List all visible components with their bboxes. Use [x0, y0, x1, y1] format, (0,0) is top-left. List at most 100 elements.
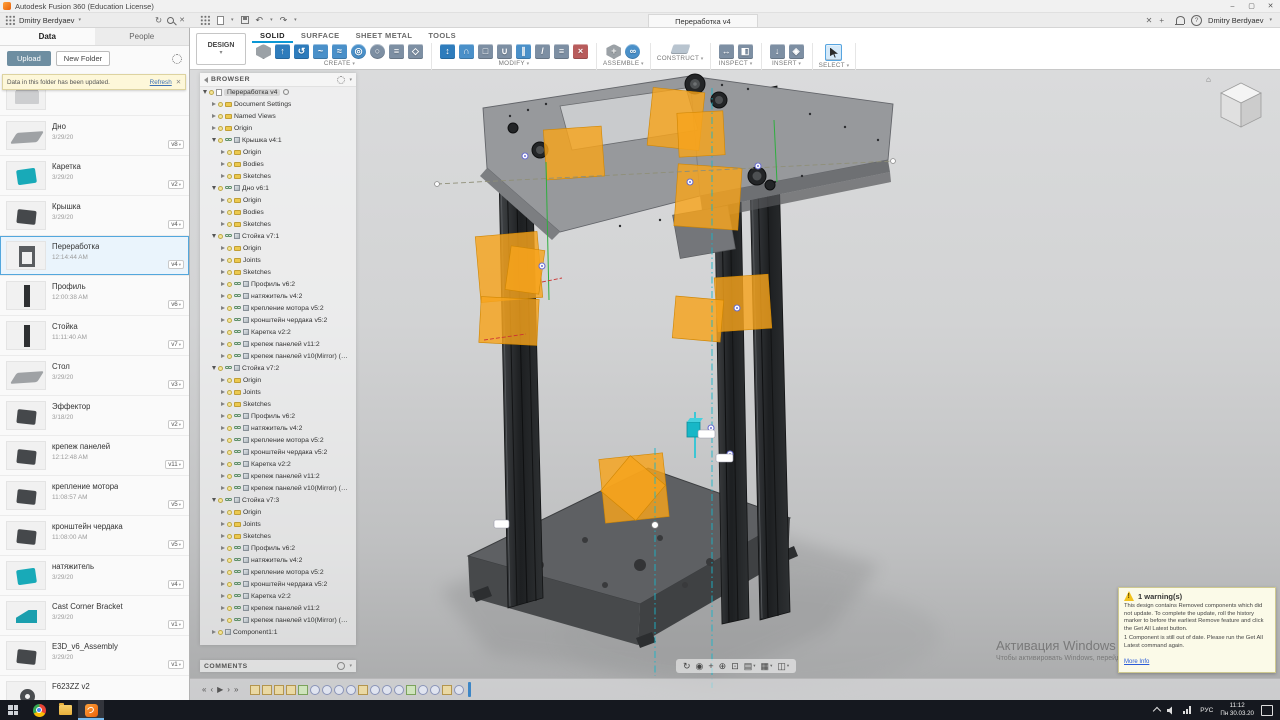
- file-version-badge[interactable]: v5: [168, 500, 184, 509]
- ribbon-tab-sheet-metal[interactable]: SHEET METAL: [348, 28, 421, 43]
- extrude-icon[interactable]: ↑: [275, 44, 290, 59]
- browser-row[interactable]: Origin: [200, 146, 356, 158]
- expand-arrow-icon[interactable]: [221, 594, 225, 598]
- job-status-grid-icon[interactable]: [5, 15, 15, 25]
- browser-row[interactable]: крепеж панелей v11:2: [200, 338, 356, 350]
- expand-arrow-icon[interactable]: [221, 618, 225, 622]
- clock[interactable]: 11:12 Пн 30.03.20: [1220, 702, 1254, 719]
- file-list-item[interactable]: E3D_v6_Assembly3/29/20v1: [0, 636, 189, 676]
- expand-arrow-icon[interactable]: [221, 246, 225, 250]
- expand-arrow-icon[interactable]: [221, 162, 225, 166]
- timeline-feature-icon-joint[interactable]: [334, 685, 344, 695]
- file-list-item[interactable]: Каретка3/29/20v2: [0, 156, 189, 196]
- notifications-bell-icon[interactable]: [1176, 16, 1185, 24]
- collapse-arrow-icon[interactable]: [212, 498, 216, 502]
- timeline-feature-icon-comp[interactable]: [250, 685, 260, 695]
- browser-row[interactable]: Sketches: [200, 266, 356, 278]
- expand-arrow-icon[interactable]: [221, 198, 225, 202]
- visibility-bulb-icon[interactable]: [227, 270, 232, 275]
- visibility-bulb-icon[interactable]: [227, 582, 232, 587]
- expand-arrow-icon[interactable]: [221, 534, 225, 538]
- align-icon[interactable]: ≡: [554, 44, 569, 59]
- visibility-bulb-icon[interactable]: [227, 306, 232, 311]
- go-to-end-icon[interactable]: »: [234, 686, 238, 694]
- browser-row[interactable]: Профиль v6:2: [200, 278, 356, 290]
- browser-collapse-icon[interactable]: [204, 77, 208, 83]
- toolbar-group-label[interactable]: ASSEMBLE: [603, 60, 644, 67]
- expand-arrow-icon[interactable]: [221, 474, 225, 478]
- browser-row[interactable]: крепеж панелей v10(Mirror) (…: [200, 614, 356, 626]
- timeline-marker[interactable]: [468, 682, 471, 697]
- visibility-bulb-icon[interactable]: [209, 90, 214, 95]
- joint-icon[interactable]: ∞: [625, 44, 640, 59]
- browser-row[interactable]: Origin: [200, 242, 356, 254]
- toolbar-group-label[interactable]: MODIFY: [499, 60, 530, 67]
- new-component-icon[interactable]: +: [606, 44, 621, 59]
- chevron-down-icon[interactable]: ▾: [349, 663, 352, 669]
- data-panel-tab-data[interactable]: Data: [0, 28, 95, 45]
- file-list-item[interactable]: натяжитель3/29/20v4: [0, 556, 189, 596]
- collapse-arrow-icon[interactable]: [212, 138, 216, 142]
- search-icon[interactable]: [167, 17, 174, 24]
- file-version-badge[interactable]: v5: [168, 540, 184, 549]
- data-panel-toggle-icon[interactable]: [200, 15, 210, 25]
- file-version-badge[interactable]: v4: [168, 580, 184, 589]
- section-analysis-icon[interactable]: ◧: [738, 44, 753, 59]
- hub-user-name[interactable]: Dmitry Berdyaev: [19, 16, 74, 25]
- refresh-link[interactable]: Refresh: [150, 79, 172, 86]
- notification-close-icon[interactable]: ✕: [176, 79, 181, 86]
- collapse-arrow-icon[interactable]: [212, 366, 216, 370]
- expand-arrow-icon[interactable]: [221, 318, 225, 322]
- visibility-bulb-icon[interactable]: [227, 570, 232, 575]
- timeline-feature-icon-joint[interactable]: [418, 685, 428, 695]
- visibility-bulb-icon[interactable]: [227, 558, 232, 563]
- file-list-item[interactable]: крепление мотора11:08:57 AMv5: [0, 476, 189, 516]
- panel-close-icon[interactable]: ✕: [179, 17, 185, 24]
- expand-arrow-icon[interactable]: [221, 426, 225, 430]
- collapse-arrow-icon[interactable]: [203, 90, 207, 94]
- collapse-arrow-icon[interactable]: [212, 186, 216, 190]
- taskbar-app-fusion-360[interactable]: [78, 700, 104, 720]
- offset-face-icon[interactable]: ∥: [516, 44, 531, 59]
- browser-row[interactable]: натяжитель v4:2: [200, 422, 356, 434]
- chevron-down-icon[interactable]: ▾: [349, 77, 352, 83]
- file-version-badge[interactable]: v1: [168, 620, 184, 629]
- expand-arrow-icon[interactable]: [221, 462, 225, 466]
- gear-icon[interactable]: [172, 54, 182, 64]
- ribbon-tab-surface[interactable]: SURFACE: [293, 28, 348, 43]
- timeline-feature-icon-joint[interactable]: [430, 685, 440, 695]
- timeline-feature-icon-sketch[interactable]: [298, 685, 308, 695]
- visibility-bulb-icon[interactable]: [227, 474, 232, 479]
- browser-row[interactable]: Стойка v7:2: [200, 362, 356, 374]
- orbit-icon[interactable]: ↻: [683, 662, 691, 671]
- visibility-bulb-icon[interactable]: [227, 486, 232, 491]
- expand-arrow-icon[interactable]: [212, 114, 216, 118]
- press-pull-icon[interactable]: ↕: [440, 44, 455, 59]
- more-info-link[interactable]: More Info: [1124, 659, 1149, 665]
- browser-row[interactable]: крепеж панелей v10(Mirror) (…: [200, 350, 356, 362]
- timeline-feature-icon-joint[interactable]: [310, 685, 320, 695]
- visibility-bulb-icon[interactable]: [227, 426, 232, 431]
- expand-arrow-icon[interactable]: [221, 450, 225, 454]
- browser-row[interactable]: крепление мотора v5:2: [200, 566, 356, 578]
- timeline-feature-icon-joint[interactable]: [322, 685, 332, 695]
- visibility-bulb-icon[interactable]: [227, 150, 232, 155]
- account-user-name[interactable]: Dmitry Berdyaev: [1208, 16, 1263, 25]
- browser-row[interactable]: Профиль v6:2: [200, 410, 356, 422]
- browser-row[interactable]: крепление мотора v5:2: [200, 434, 356, 446]
- refresh-icon[interactable]: ↻: [155, 16, 162, 25]
- timeline-feature-icon-comp[interactable]: [274, 685, 284, 695]
- expand-arrow-icon[interactable]: [221, 150, 225, 154]
- file-list-item[interactable]: Стол3/29/20v3: [0, 356, 189, 396]
- ribbon-tab-solid[interactable]: SOLID: [252, 28, 293, 43]
- toolbar-group-label[interactable]: INSERT: [772, 60, 801, 67]
- visibility-bulb-icon[interactable]: [218, 366, 223, 371]
- browser-row[interactable]: Origin: [200, 122, 356, 134]
- browser-row[interactable]: Named Views: [200, 110, 356, 122]
- visibility-bulb-icon[interactable]: [227, 318, 232, 323]
- language-indicator[interactable]: РУС: [1200, 707, 1213, 714]
- file-list-item[interactable]: Эффектор3/18/20v2: [0, 396, 189, 436]
- visibility-bulb-icon[interactable]: [227, 618, 232, 623]
- expand-arrow-icon[interactable]: [212, 630, 216, 634]
- construction-plane-icon[interactable]: [670, 44, 690, 54]
